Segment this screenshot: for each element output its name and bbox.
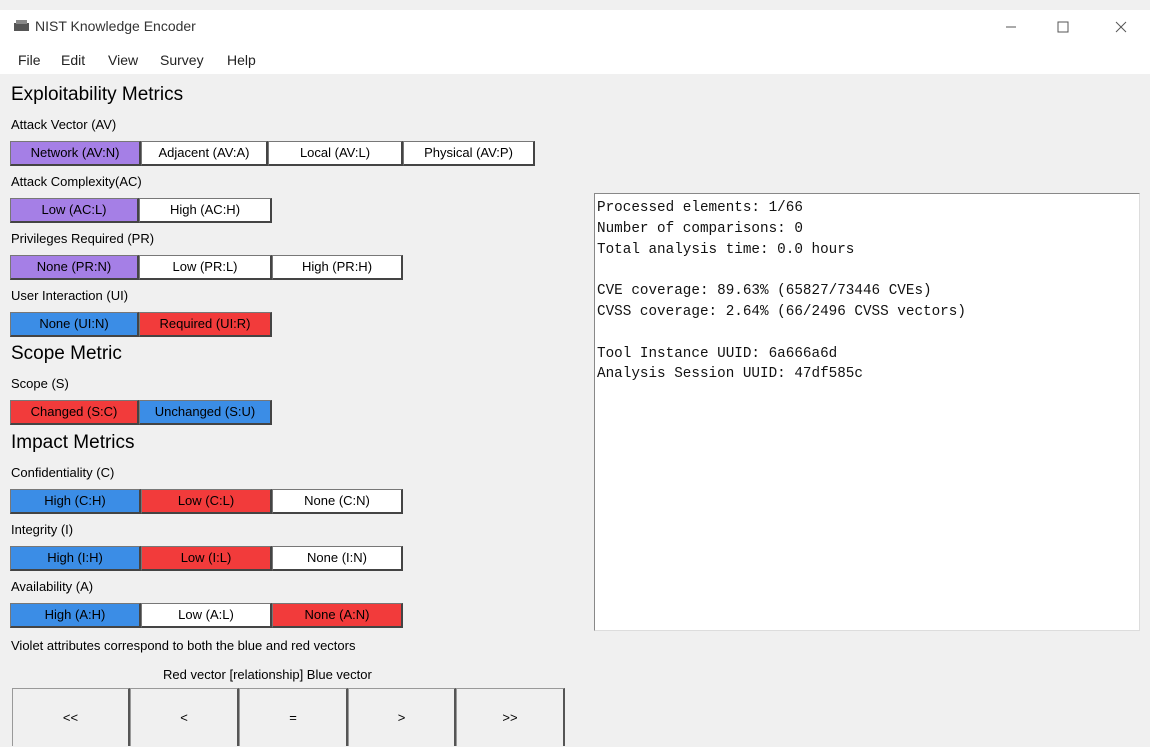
close-button[interactable]	[1098, 10, 1144, 44]
output-blank	[597, 325, 1139, 346]
nav-next-button[interactable]: >	[348, 688, 456, 746]
s-unchanged-button[interactable]: Unchanged (S:U)	[139, 400, 272, 425]
nav-prev-button[interactable]: <	[130, 688, 239, 746]
label-attack-complexity: Attack Complexity(AC)	[11, 174, 142, 189]
label-privileges-required: Privileges Required (PR)	[11, 231, 155, 246]
pr-high-button[interactable]: High (PR:H)	[272, 255, 403, 280]
maximize-icon	[1057, 21, 1069, 33]
av-physical-button[interactable]: Physical (AV:P)	[403, 141, 535, 166]
section-impact: Impact Metrics	[11, 432, 135, 453]
c-high-button[interactable]: High (C:H)	[10, 489, 141, 514]
section-scope: Scope Metric	[11, 343, 122, 364]
menu-edit[interactable]: Edit	[61, 52, 85, 68]
output-panel[interactable]: Processed elements: 1/66 Number of compa…	[594, 193, 1140, 631]
a-high-button[interactable]: High (A:H)	[10, 603, 141, 628]
window-title: NIST Knowledge Encoder	[35, 18, 196, 34]
ac-high-button[interactable]: High (AC:H)	[139, 198, 272, 223]
s-changed-button[interactable]: Changed (S:C)	[10, 400, 139, 425]
legend-note: Violet attributes correspond to both the…	[11, 638, 356, 653]
output-processed: Processed elements: 1/66	[597, 200, 803, 216]
label-confidentiality: Confidentiality (C)	[11, 465, 115, 480]
av-network-button[interactable]: Network (AV:N)	[10, 141, 141, 166]
maximize-button[interactable]	[1040, 10, 1086, 44]
app-icon	[14, 20, 29, 31]
pr-low-button[interactable]: Low (PR:L)	[139, 255, 272, 280]
output-cve: CVE coverage: 89.63% (65827/73446 CVEs)	[597, 283, 932, 300]
av-local-button[interactable]: Local (AV:L)	[268, 141, 403, 166]
minimize-button[interactable]	[988, 10, 1034, 44]
pr-none-button[interactable]: None (PR:N)	[10, 255, 139, 280]
i-high-button[interactable]: High (I:H)	[10, 546, 141, 571]
label-attack-vector: Attack Vector (AV)	[11, 117, 117, 132]
ui-required-button[interactable]: Required (UI:R)	[139, 312, 272, 337]
output-blank	[597, 262, 1139, 283]
output-cvss: CVSS coverage: 2.64% (66/2496 CVSS vecto…	[597, 303, 966, 320]
a-none-button[interactable]: None (A:N)	[272, 603, 403, 628]
nav-last-button[interactable]: >>	[456, 688, 565, 746]
nav-equal-button[interactable]: =	[239, 688, 348, 746]
c-none-button[interactable]: None (C:N)	[272, 489, 403, 514]
output-time: Total analysis time: 0.0 hours	[597, 241, 855, 258]
minimize-icon	[1006, 26, 1016, 28]
relationship-label: Red vector [relationship] Blue vector	[163, 667, 372, 682]
label-integrity: Integrity (I)	[11, 522, 74, 537]
label-availability: Availability (A)	[11, 579, 94, 594]
ui-none-button[interactable]: None (UI:N)	[10, 312, 139, 337]
output-tool-uuid: Tool Instance UUID: 6a666a6d	[597, 345, 838, 362]
title-bar: NIST Knowledge Encoder	[0, 10, 1150, 44]
i-low-button[interactable]: Low (I:L)	[141, 546, 272, 571]
ac-low-button[interactable]: Low (AC:L)	[10, 198, 139, 223]
app-window: NIST Knowledge Encoder File Edit View Su…	[0, 0, 1150, 746]
menu-bar: File Edit View Survey Help	[0, 44, 1150, 74]
output-comparisons: Number of comparisons: 0	[597, 220, 803, 237]
menu-file[interactable]: File	[18, 52, 41, 68]
nav-first-button[interactable]: <<	[12, 688, 130, 746]
menu-survey[interactable]: Survey	[160, 52, 204, 68]
a-low-button[interactable]: Low (A:L)	[141, 603, 272, 628]
label-user-interaction: User Interaction (UI)	[11, 288, 129, 303]
i-none-button[interactable]: None (I:N)	[272, 546, 403, 571]
av-adjacent-button[interactable]: Adjacent (AV:A)	[141, 141, 268, 166]
section-exploitability: Exploitability Metrics	[11, 84, 184, 105]
menu-view[interactable]: View	[108, 52, 138, 68]
close-icon	[1115, 21, 1127, 33]
menu-help[interactable]: Help	[227, 52, 256, 68]
output-session-uuid: Analysis Session UUID: 47df585c	[597, 366, 863, 383]
c-low-button[interactable]: Low (C:L)	[141, 489, 272, 514]
label-scope: Scope (S)	[11, 376, 69, 391]
